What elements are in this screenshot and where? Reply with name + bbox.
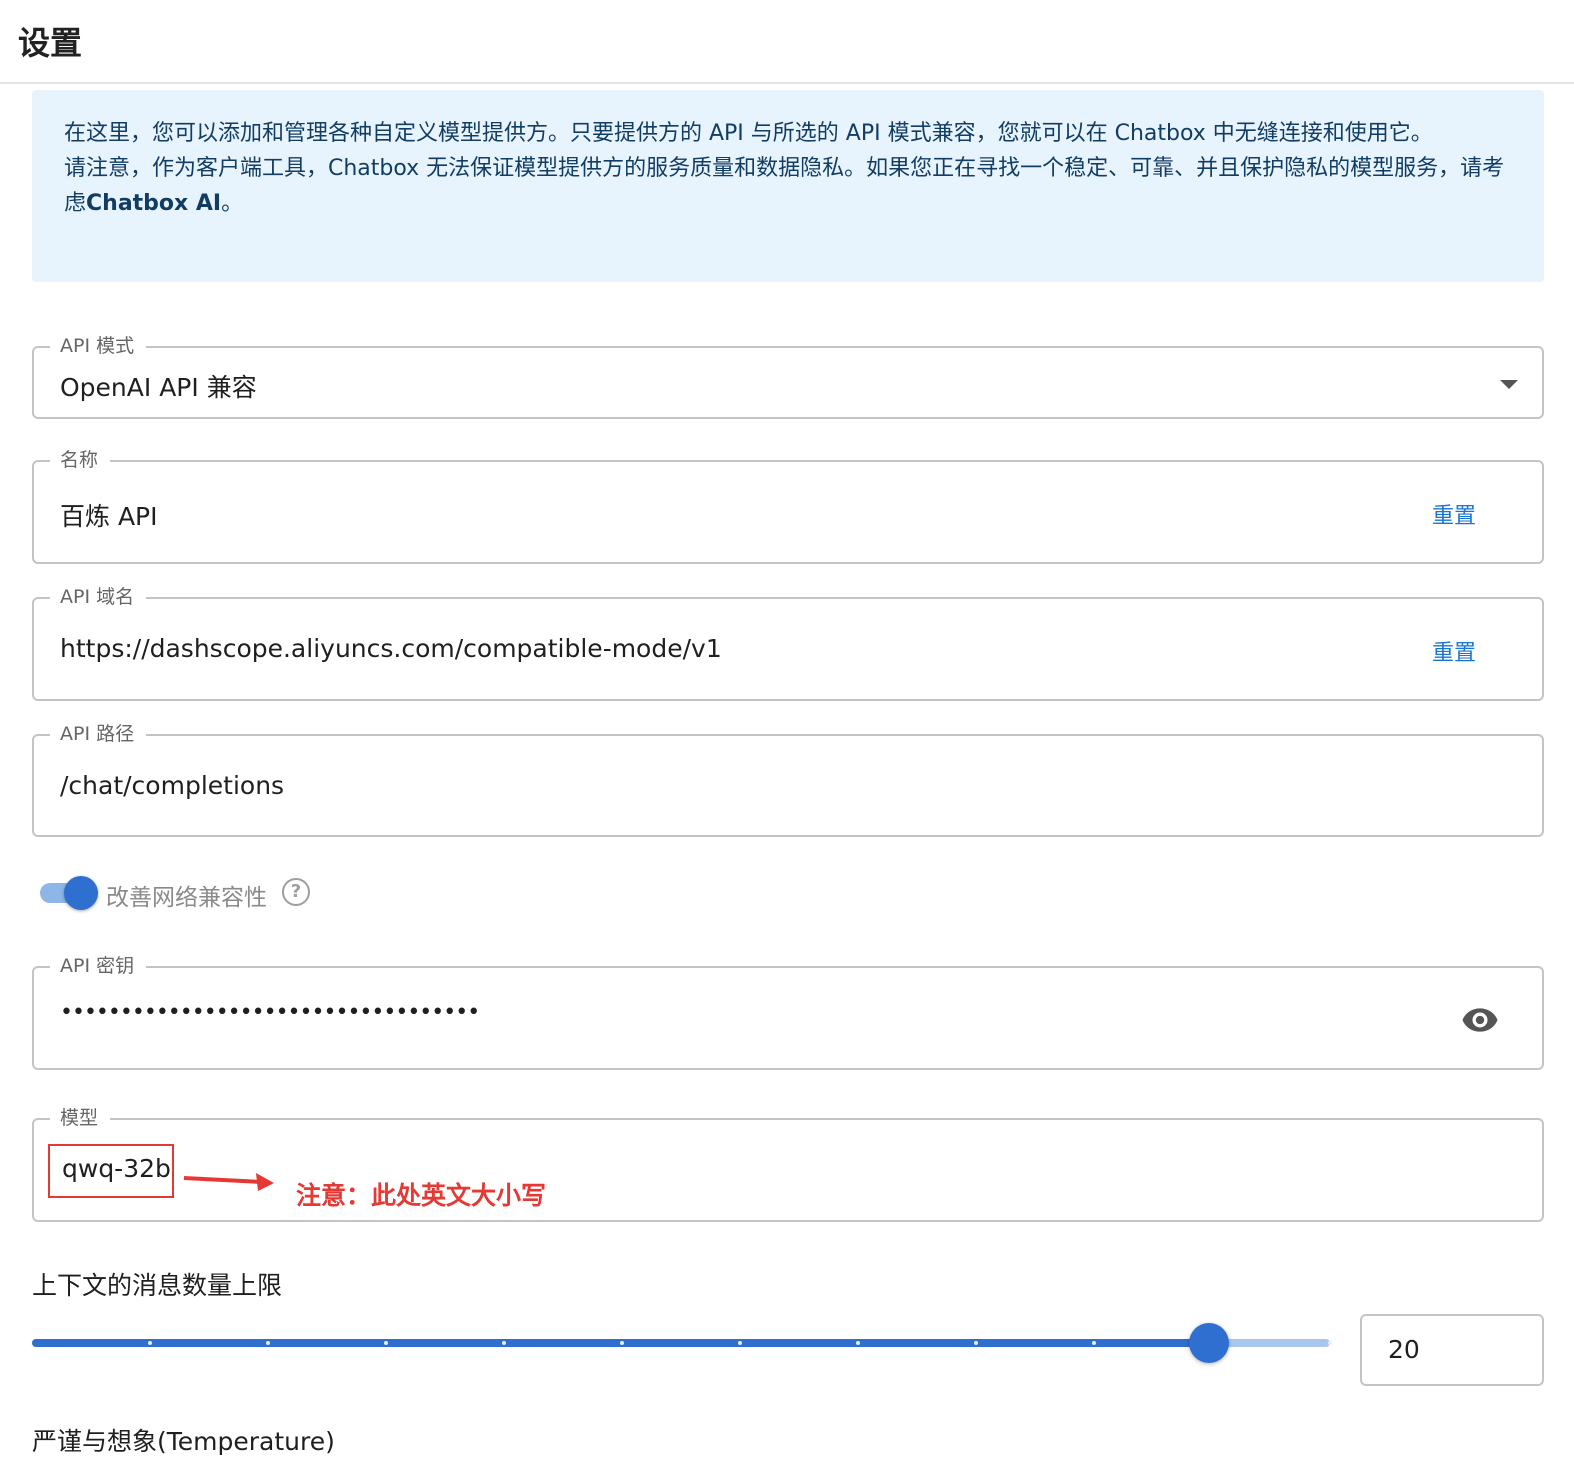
api-key-label: API 密钥 [50,953,147,979]
slider-mark [856,1341,860,1345]
notice-text-2-body: 请注意，作为客户端工具，Chatbox 无法保证模型提供方的服务质量和数据隐私。… [64,156,1505,216]
model-value[interactable]: qwq-32b [62,1154,171,1183]
slider-mark [384,1341,388,1345]
api-key-value[interactable]: ••••••••••••••••••••••••••••••••••• [60,1000,480,1025]
slider-thumb[interactable] [1189,1323,1229,1363]
name-field[interactable]: 名称 百炼 API 重置 [32,447,1544,564]
eye-icon[interactable] [1460,1000,1500,1040]
slider-mark [148,1341,152,1345]
help-icon[interactable]: ? [282,878,310,906]
slider-mark [1092,1341,1096,1345]
context-limit-slider[interactable] [32,1318,1332,1368]
name-reset-button[interactable]: 重置 [1432,498,1476,530]
annotation-text: 注意：此处英文大小写 [296,1181,547,1210]
api-mode-label: API 模式 [50,333,147,359]
toggle-thumb [64,876,98,910]
annotation-arrow-icon [183,1173,274,1191]
chatbox-ai-link[interactable]: Chatbox AI [86,191,221,216]
header: 设置 [0,0,1574,84]
slider-mark [738,1341,742,1345]
name-label: 名称 [50,447,111,473]
temperature-title: 严谨与想象(Temperature) [32,1427,335,1456]
slider-mark [620,1341,624,1345]
slider-mark [974,1341,978,1345]
api-mode-select[interactable]: API 模式 OpenAI API 兼容 [32,333,1544,419]
api-mode-value: OpenAI API 兼容 [60,373,257,402]
notice-text-end: 。 [221,191,244,216]
slider-mark [502,1341,506,1345]
api-path-field[interactable]: API 路径 /chat/completions [32,721,1544,837]
notice-text-1: 在这里，您可以添加和管理各种自定义模型提供方。只要提供方的 API 与所选的 A… [64,121,1433,146]
notice-text-2: 请注意，作为客户端工具，Chatbox 无法保证模型提供方的服务质量和数据隐私。… [64,151,1512,221]
api-host-field[interactable]: API 域名 https://dashscope.aliyuncs.com/co… [32,584,1544,701]
api-key-field[interactable]: API 密钥 •••••••••••••••••••••••••••••••••… [32,953,1544,1070]
dropdown-arrow-icon [1500,380,1518,389]
slider-mark [1328,1341,1332,1345]
api-host-reset-button[interactable]: 重置 [1432,635,1476,667]
network-compat-toggle[interactable] [38,876,98,910]
api-path-label: API 路径 [50,721,147,747]
api-path-value[interactable]: /chat/completions [60,771,284,800]
context-limit-input[interactable]: 20 [1360,1314,1544,1386]
network-compat-label: 改善网络兼容性 [106,885,267,911]
api-host-value[interactable]: https://dashscope.aliyuncs.com/compatibl… [60,634,722,663]
model-label: 模型 [50,1105,111,1131]
context-limit-title: 上下文的消息数量上限 [32,1271,283,1300]
name-value[interactable]: 百炼 API [60,497,158,533]
slider-mark [266,1341,270,1345]
page-title: 设置 [18,24,83,62]
info-notice: 在这里，您可以添加和管理各种自定义模型提供方。只要提供方的 API 与所选的 A… [32,90,1544,282]
api-host-label: API 域名 [50,584,147,610]
